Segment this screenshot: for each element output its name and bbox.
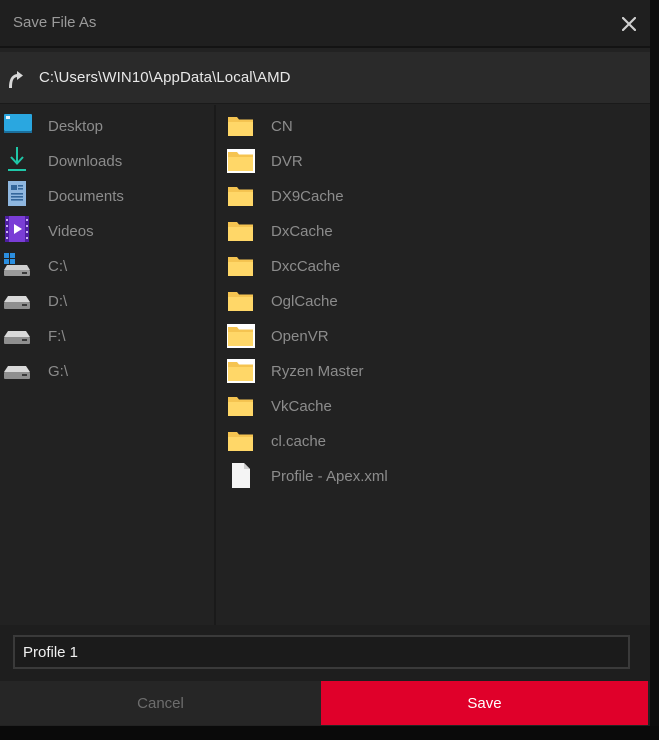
filename-bar (0, 625, 650, 681)
drive-icon (4, 356, 32, 382)
sidebar-item-documents[interactable]: Documents (0, 177, 216, 211)
save-file-dialog: Save File As C:\Users\WIN10\AppData\Loca… (0, 0, 650, 726)
parent-folder-button[interactable] (4, 66, 26, 90)
list-item-label: VkCache (271, 398, 332, 415)
sidebar-item-g-drive[interactable]: G:\ (0, 352, 216, 386)
folder-icon (227, 321, 255, 349)
sidebar-item-label: D:\ (48, 293, 68, 310)
folder-icon (227, 426, 255, 454)
filename-input[interactable] (13, 635, 630, 669)
file-list: CN DVR DX9Cache DxCache DxcCache OglCach… (218, 105, 650, 625)
list-item-folder[interactable]: DX9Cache (218, 177, 650, 211)
list-item-folder[interactable]: Ryzen Master (218, 352, 650, 386)
list-item-label: OglCache (271, 293, 338, 310)
folder-icon (227, 286, 255, 314)
sidebar-item-videos[interactable]: Videos (0, 212, 216, 246)
sidebar-item-f-drive[interactable]: F:\ (0, 317, 216, 351)
list-item-label: Profile - Apex.xml (271, 468, 388, 485)
sidebar-item-label: G:\ (48, 363, 69, 380)
sidebar-item-label: Desktop (48, 118, 104, 135)
sidebar: Desktop Downloads Documents Videos C:\ D… (0, 105, 216, 625)
list-item-label: DxCache (271, 223, 333, 240)
folder-icon (227, 391, 255, 419)
save-button[interactable]: Save (321, 681, 648, 725)
path-bar: C:\Users\WIN10\AppData\Local\AMD (0, 52, 650, 104)
sidebar-item-label: Downloads (48, 153, 123, 170)
list-item-file[interactable]: Profile - Apex.xml (218, 457, 650, 491)
up-arrow-icon (9, 71, 23, 88)
drive-icon (4, 286, 32, 312)
sidebar-item-label: F:\ (48, 328, 66, 345)
drive-icon (4, 321, 32, 347)
title-bar: Save File As (0, 0, 650, 48)
list-item-folder[interactable]: OpenVR (218, 317, 650, 351)
sidebar-item-downloads[interactable]: Downloads (0, 142, 216, 176)
list-item-folder[interactable]: CN (218, 107, 650, 141)
folder-icon (227, 356, 255, 384)
sidebar-item-label: Videos (48, 223, 94, 240)
current-path: C:\Users\WIN10\AppData\Local\AMD (39, 69, 291, 86)
background-strip (0, 726, 659, 740)
desktop-icon (4, 111, 32, 137)
sidebar-item-label: C:\ (48, 258, 68, 275)
list-item-folder[interactable]: cl.cache (218, 422, 650, 456)
list-item-folder[interactable]: DxCache (218, 212, 650, 246)
list-item-label: DxcCache (271, 258, 341, 275)
folder-icon (227, 181, 255, 209)
folder-icon (227, 251, 255, 279)
list-item-folder[interactable]: OglCache (218, 282, 650, 316)
folder-icon (227, 146, 255, 174)
close-button[interactable] (616, 11, 642, 37)
list-item-folder[interactable]: DxcCache (218, 247, 650, 281)
sidebar-item-c-drive[interactable]: C:\ (0, 247, 216, 281)
list-item-label: OpenVR (271, 328, 329, 345)
list-item-label: CN (271, 118, 293, 135)
sidebar-item-d-drive[interactable]: D:\ (0, 282, 216, 316)
list-item-folder[interactable]: VkCache (218, 387, 650, 421)
cancel-button[interactable]: Cancel (0, 681, 321, 725)
folder-icon (227, 216, 255, 244)
list-item-label: Ryzen Master (271, 363, 364, 380)
file-icon (227, 461, 255, 489)
videos-icon (4, 216, 32, 242)
list-item-label: DX9Cache (271, 188, 344, 205)
dialog-title: Save File As (13, 14, 97, 31)
sidebar-item-desktop[interactable]: Desktop (0, 107, 216, 141)
documents-icon (4, 181, 32, 207)
list-item-label: DVR (271, 153, 303, 170)
download-icon (4, 146, 32, 172)
background-strip (650, 0, 659, 740)
list-item-folder[interactable]: DVR (218, 142, 650, 176)
folder-icon (227, 111, 255, 139)
sidebar-item-label: Documents (48, 188, 124, 205)
close-icon (622, 17, 636, 31)
system-drive-icon (4, 251, 32, 277)
list-item-label: cl.cache (271, 433, 327, 450)
